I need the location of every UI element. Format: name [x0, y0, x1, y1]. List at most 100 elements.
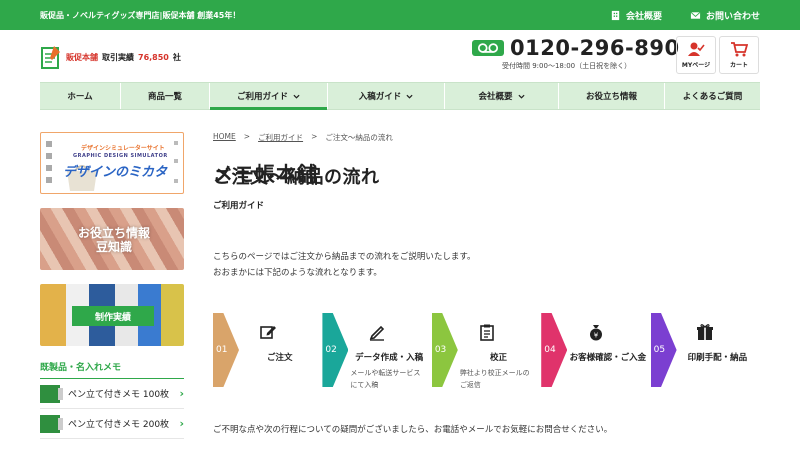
breadcrumb-guide[interactable]: ご利用ガイド — [258, 132, 303, 143]
breadcrumb-current: ご注文～納品の流れ — [325, 133, 393, 142]
step-description: 弊社より校正メールの ご返信 — [456, 367, 539, 391]
breadcrumb-separator: > — [243, 132, 251, 141]
design-simulator-banner[interactable]: デザインシミュレーターサイト GRAPHIC DESIGN SIMULATOR … — [40, 132, 184, 194]
nav-guide[interactable]: ご利用ガイド — [210, 83, 328, 110]
banner2-line2: 豆知識 — [96, 240, 133, 254]
company-link-label: 会社概要 — [625, 11, 662, 22]
nav-home[interactable]: ホーム — [40, 83, 121, 109]
site-header: メモ帳本舗 販促本舗 取引実績 76,850 社 0120-296-890 受付時… — [0, 30, 800, 186]
step-desc-line2: ご返信 — [459, 381, 481, 389]
nav-faq[interactable]: よくあるご質問 — [665, 83, 760, 109]
intro-line-2: おおまかには下記のような流れとなります。 — [213, 268, 382, 278]
product-thumbnail — [40, 414, 63, 433]
nav-home-label: ホーム — [67, 92, 93, 102]
nav-company[interactable]: 会社概要 — [445, 83, 559, 109]
user-check-icon — [688, 42, 705, 56]
intro-line-1: こちらのページではご注文から納品までの流れをご説明いたします。 — [213, 252, 476, 262]
nav-products[interactable]: 商品一覧 — [121, 83, 210, 109]
mail-icon — [690, 11, 701, 19]
pen-icon — [369, 325, 385, 341]
edit-icon — [259, 326, 276, 339]
banner2-line1: お役立ち情報 — [78, 226, 151, 240]
contact-link[interactable]: お問い合わせ — [690, 9, 760, 22]
chevron-down-icon — [406, 94, 413, 99]
building-icon — [611, 10, 620, 20]
gift-box-icon — [697, 324, 714, 340]
step-title: データ作成・入稿 — [355, 353, 424, 363]
top-bar: 販促品・ノベルティグッズ専門店|販促本舗 創業45年！ 会社概要 お問い合わせ — [0, 0, 800, 30]
cart-icon — [731, 42, 748, 57]
nav-faq-label: よくあるご質問 — [682, 92, 743, 102]
main-content: HOME > ご利用ガイド > ご注文～納品の流れ ご注文～納品の流れ ご利用ガ… — [213, 132, 760, 435]
step-desc-line1: 弊社より校正メールの — [459, 369, 530, 377]
sidebar-item-memo-100[interactable]: ペン立て付きメモ 100枚 › — [40, 379, 184, 409]
works-banner-label: 制作実績 — [72, 306, 154, 326]
useful-info-banner-label: お役立ち情報 豆知識 — [78, 226, 150, 254]
sidebar-item-label: ペン立て付きメモ 200枚 — [68, 420, 170, 430]
useful-info-banner[interactable]: お役立ち情報 豆知識 — [40, 208, 184, 270]
step-desc-line1: メールや転送サービス — [350, 369, 421, 377]
nav-company-label: 会社概要 — [478, 92, 513, 102]
memo-pad-icon — [41, 46, 60, 69]
step-title: 印刷手配・納品 — [687, 353, 748, 363]
page-subtitle: ご利用ガイド — [213, 201, 265, 211]
sidebar-item-label: ペン立て付きメモ 100枚 — [68, 390, 170, 400]
nav-useful-info[interactable]: お役立ち情報 — [559, 83, 665, 109]
chevron-right-icon: › — [179, 387, 184, 400]
works-banner[interactable]: 制作実績 — [40, 284, 184, 346]
clipboard-icon — [479, 324, 494, 341]
step-description: メールや転送サービス にて入稿 — [346, 367, 429, 391]
banner1-mid-text: GRAPHIC DESIGN SIMULATOR — [73, 153, 168, 159]
toolbar-icons — [46, 141, 52, 183]
breadcrumb-home[interactable]: HOME — [213, 132, 236, 143]
step-title: お客様確認・ご入金 — [569, 353, 647, 363]
step-data-submission: 02 データ作成・入稿 メールや転送サービス にて入稿 — [322, 313, 431, 389]
sidebar-section-title: 既製品・名入れメモ — [40, 360, 184, 379]
breadcrumb-separator: > — [311, 132, 318, 141]
step-title: 校正 — [490, 353, 508, 363]
logo-subline: 販促本舗 取引実績 76,850 社 — [66, 52, 181, 63]
step-payment: 04 ¥ お客様確認・ご入金 — [541, 313, 650, 387]
banner1-top-text: デザインシミュレーターサイト — [81, 145, 165, 152]
contact-link-label: お問い合わせ — [705, 11, 760, 22]
nav-products-label: 商品一覧 — [147, 92, 182, 102]
mypage-label: MYページ — [681, 62, 711, 69]
nav-submission-label: 入稿ガイド — [358, 92, 402, 102]
breadcrumb: HOME > ご利用ガイド > ご注文～納品の流れ — [213, 132, 760, 143]
company-link[interactable]: 会社概要 — [610, 9, 662, 22]
side-tools-icons — [174, 141, 178, 183]
step-delivery: 05 印刷手配・納品 — [650, 313, 760, 387]
logo-brand: 販促本舗 — [66, 53, 98, 62]
logo-record-label: 取引実績 — [102, 53, 134, 62]
cart-button[interactable]: カート — [719, 36, 759, 74]
site-logo[interactable]: メモ帳本舗 販促本舗 取引実績 76,850 社 — [40, 42, 317, 186]
chevron-down-icon — [293, 94, 300, 99]
product-thumbnail — [40, 384, 63, 403]
sidebar-item-memo-200[interactable]: ペン立て付きメモ 200枚 › — [40, 409, 184, 439]
phone-block: 0120-296-890 受付時間 9:00～18:00（土日祝を除く） — [472, 36, 680, 71]
cart-label: カート — [729, 62, 748, 69]
nav-guide-label: ご利用ガイド — [236, 92, 288, 102]
step-title: ご注文 — [266, 353, 293, 363]
nav-useful-info-label: お役立ち情報 — [585, 92, 637, 102]
main-nav: ホーム 商品一覧 ご利用ガイド 入稿ガイド 会社概要 お役立ち情報 よくあるご質… — [40, 82, 760, 110]
banner1-main-text: デザインのミカタ — [63, 165, 168, 180]
chevron-down-icon — [517, 94, 525, 99]
phone-number[interactable]: 0120-296-890 — [510, 36, 680, 60]
intro-text: こちらのページではご注文から納品までの流れをご説明いたします。 おおまかには下記… — [213, 249, 760, 281]
site-tagline: 販促品・ノベルティグッズ専門店|販促本舗 創業45年！ — [40, 10, 241, 20]
money-bag-icon: ¥ — [589, 325, 602, 341]
flow-steps: 01 ご注文 02 データ作成・入稿 メールや転送サービス にて入稿 03 校正 … — [213, 313, 760, 389]
step-desc-line2: にて入稿 — [350, 381, 379, 389]
footnote-text: ご不明な点や次の行程についての疑問がございましたら、お電話やメールでお気軽にお問… — [213, 425, 613, 435]
svg-text:¥: ¥ — [594, 332, 599, 340]
logo-record-suffix: 社 — [172, 53, 181, 62]
sidebar: デザインシミュレーターサイト GRAPHIC DESIGN SIMULATOR … — [40, 132, 184, 439]
step-proof: 03 校正 弊社より校正メールの ご返信 — [431, 313, 541, 389]
chevron-right-icon: › — [179, 417, 184, 430]
mypage-button[interactable]: MYページ — [676, 36, 716, 74]
nav-submission-guide[interactable]: 入稿ガイド — [328, 83, 445, 109]
business-hours: 受付時間 9:00～18:00（土日祝を除く） — [502, 62, 632, 70]
page-title: ご注文～納品の流れ — [213, 167, 380, 188]
logo-record-count: 76,850 — [138, 53, 169, 62]
